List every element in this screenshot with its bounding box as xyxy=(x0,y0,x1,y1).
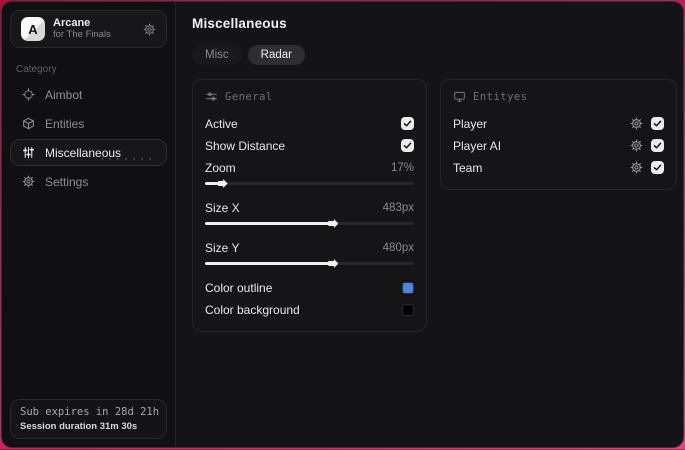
general-panel-title: General xyxy=(225,90,273,103)
entities-panel: Entityes Player Player AI Team xyxy=(440,79,677,190)
entity-controls xyxy=(630,117,664,130)
app-logo: A xyxy=(21,17,45,41)
settings-row: Color background xyxy=(205,299,414,320)
slider-thumb[interactable] xyxy=(328,219,339,228)
setting-label: Zoom xyxy=(205,160,236,175)
settings-row: Zoom 17% xyxy=(205,157,414,178)
sidebar-item-label: Settings xyxy=(45,174,89,189)
slider-size-y[interactable] xyxy=(205,259,414,268)
sidebar: A Arcane for The Finals Category Aimbot E… xyxy=(2,2,176,447)
color-swatch[interactable] xyxy=(402,303,414,316)
app-settings-gear-icon[interactable] xyxy=(143,22,156,36)
setting-label: Size X xyxy=(205,200,240,215)
entity-controls xyxy=(630,139,664,152)
general-panel: General Active Show Distance Zoom 17% Size X… xyxy=(192,79,427,332)
dots-decoration xyxy=(98,157,154,161)
main-content: Miscellaneous Misc Radar General Active Sh… xyxy=(176,2,683,447)
setting-label: Show Distance xyxy=(205,138,286,153)
subscription-card: Sub expires in 28d 21h Session duration … xyxy=(10,399,167,439)
gear-icon[interactable] xyxy=(630,117,643,130)
setting-label: Color background xyxy=(205,302,300,317)
checkbox[interactable] xyxy=(651,139,664,152)
setting-value: 480px xyxy=(382,241,414,254)
sliders-icon xyxy=(21,146,35,159)
sidebar-item-aimbot[interactable]: Aimbot xyxy=(10,81,167,108)
app-subtitle: for The Finals xyxy=(53,28,111,40)
slider-thumb[interactable] xyxy=(328,259,339,268)
sidebar-item-miscellaneous[interactable]: Miscellaneous xyxy=(10,139,167,166)
monitor-icon xyxy=(453,90,466,103)
app-card: A Arcane for The Finals xyxy=(10,10,167,48)
sidebar-item-label: Entities xyxy=(45,116,85,131)
slider-track[interactable] xyxy=(205,182,414,185)
color-swatch[interactable] xyxy=(402,281,414,294)
entity-controls xyxy=(630,161,664,174)
settings-row: Size X 483px xyxy=(205,197,414,218)
sub-expires-text: Sub expires in 28d 21h xyxy=(20,406,160,418)
setting-value: 17% xyxy=(390,161,414,174)
entity-label: Team xyxy=(453,160,483,175)
slider-thumb[interactable] xyxy=(217,179,228,188)
entity-label: Player AI xyxy=(453,138,502,153)
slider-zoom[interactable] xyxy=(205,179,414,188)
app-window: A Arcane for The Finals Category Aimbot E… xyxy=(1,1,684,448)
settings-row: Color outline xyxy=(205,277,414,298)
sliders-horizontal-icon xyxy=(205,90,218,103)
app-name: Arcane xyxy=(53,17,91,30)
tab-bar: Misc Radar xyxy=(192,45,677,65)
session-duration-text: Session duration 31m 30s xyxy=(20,421,138,432)
settings-row: Active xyxy=(205,113,414,134)
gear-icon[interactable] xyxy=(630,139,643,152)
slider-fill xyxy=(205,222,331,225)
entity-row: Team xyxy=(453,157,664,178)
entities-panel-title: Entityes xyxy=(473,90,528,103)
tab-radar[interactable]: Radar xyxy=(247,45,305,65)
sidebar-item-label: Aimbot xyxy=(45,87,83,102)
slider-fill xyxy=(205,182,220,185)
setting-label: Active xyxy=(205,116,238,131)
crosshair-icon xyxy=(21,88,35,101)
setting-label: Color outline xyxy=(205,280,273,295)
checkbox[interactable] xyxy=(401,117,414,130)
sidebar-item-entities[interactable]: Entities xyxy=(10,110,167,137)
page-title: Miscellaneous xyxy=(192,16,287,31)
entity-row: Player AI xyxy=(453,135,664,156)
entity-row: Player xyxy=(453,113,664,134)
settings-row: Size Y 480px xyxy=(205,237,414,258)
category-label: Category xyxy=(16,64,57,75)
setting-value: 483px xyxy=(382,201,414,214)
cube-icon xyxy=(21,117,35,130)
slider-fill xyxy=(205,262,331,265)
checkbox[interactable] xyxy=(651,161,664,174)
sidebar-nav: Aimbot Entities Miscellaneous Settings xyxy=(10,81,167,195)
settings-row: Show Distance xyxy=(205,135,414,156)
checkbox[interactable] xyxy=(401,139,414,152)
gear-icon xyxy=(21,175,35,188)
tab-misc[interactable]: Misc xyxy=(192,45,242,65)
setting-label: Size Y xyxy=(205,240,240,255)
checkbox[interactable] xyxy=(651,117,664,130)
gear-icon[interactable] xyxy=(630,161,643,174)
entity-label: Player xyxy=(453,116,488,131)
slider-size-x[interactable] xyxy=(205,219,414,228)
sidebar-item-settings[interactable]: Settings xyxy=(10,168,167,195)
